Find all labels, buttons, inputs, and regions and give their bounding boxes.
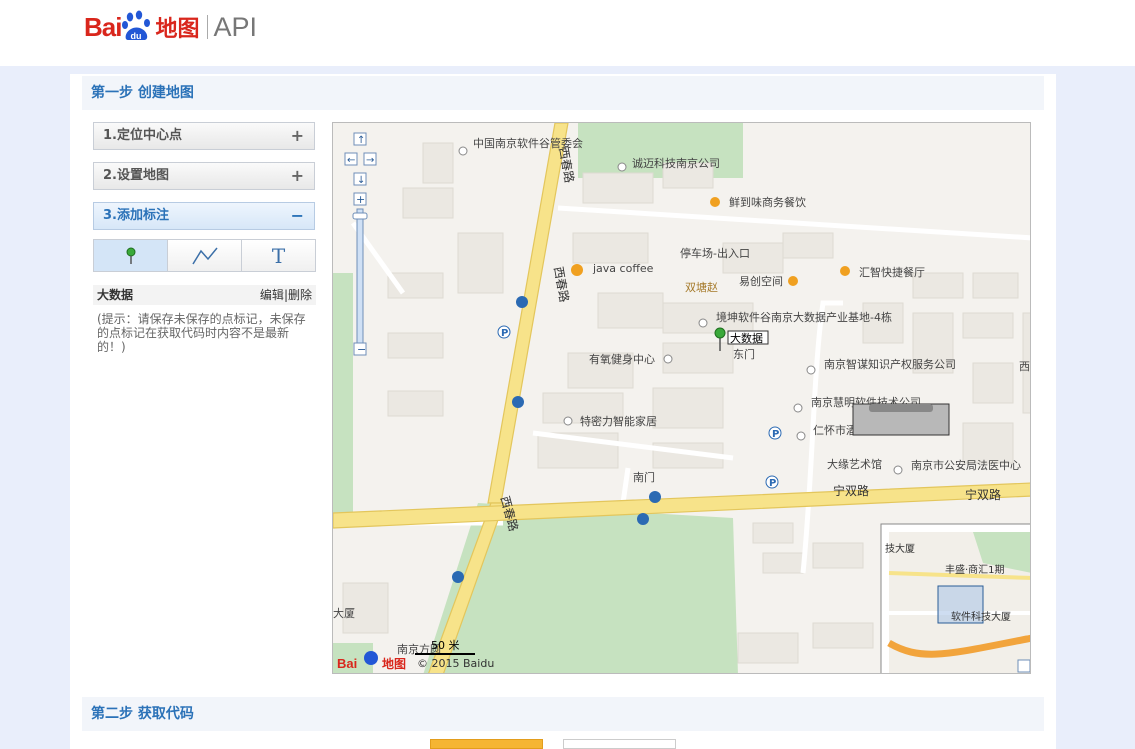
road-label: 西春路 [556, 146, 577, 184]
poi-label: 有氧健身中心 [589, 352, 655, 366]
poi-label: 停车场-出入口 [680, 246, 750, 260]
logo-bai: Bai [84, 11, 122, 42]
svg-text:P: P [769, 478, 776, 489]
poi-label: 汇智快捷餐厅 [859, 265, 925, 279]
svg-text:P: P [772, 429, 779, 440]
overview-map[interactable]: 技大厦 丰盛·商汇1期 软件科技大厦 [880, 523, 1031, 674]
step2-title: 第二步 获取代码 [91, 706, 194, 722]
road-label: 宁双路 [833, 483, 869, 498]
poi-label: 大缘艺术馆 [827, 457, 882, 471]
svg-text:−: − [357, 343, 366, 356]
poi-label: 西 [1019, 360, 1030, 373]
svg-text:↑: ↑ [357, 135, 365, 146]
poi-label: 双塘赵 [685, 280, 718, 294]
poi-label: 南京智谋知识产权服务公司 [824, 357, 956, 371]
overview-label: 软件科技大厦 [951, 610, 1011, 623]
marker-list-item: 大数据 编辑|删除 [93, 285, 316, 305]
svg-text:←: ← [347, 155, 355, 166]
poi-label: 特密力智能家居 [580, 414, 657, 428]
poi-label: 中国南京软件谷管委会 [473, 136, 583, 150]
tool-point-marker[interactable] [94, 240, 168, 271]
step1-header: 第一步 创建地图 [82, 76, 1044, 110]
overview-toggle-icon [1017, 659, 1030, 673]
accordion-label: 3.添加标注 [103, 208, 169, 223]
logo-ditu: 地图 [155, 17, 200, 42]
polyline-icon [191, 247, 218, 264]
overview-label: 丰盛·商汇1期 [945, 563, 1005, 576]
baidu-paw-icon: du [122, 10, 152, 44]
poi-label: 南京市公安局法医中心 [911, 458, 1021, 472]
accordion-label: 2.设置地图 [103, 168, 169, 183]
marker-actions: 编辑|删除 [260, 285, 312, 305]
top-bar: Bai du 地图 API [0, 0, 1135, 66]
marker-label: 大数据 [730, 331, 763, 345]
collapse-icon: − [290, 206, 304, 225]
step2-header: 第二步 获取代码 [82, 697, 1044, 731]
poi-label: 鲜到味商务餐饮 [729, 195, 806, 209]
poi-label: 大厦 [333, 606, 355, 620]
svg-text:↓: ↓ [357, 175, 365, 186]
map-copyright: © 2015 Baidu [417, 657, 494, 670]
accordion-add-marker[interactable]: 3.添加标注 − [93, 202, 315, 230]
secondary-button[interactable] [563, 739, 676, 749]
poi-label: 南门 [633, 470, 655, 484]
expand-icon: + [290, 166, 304, 185]
svg-text:Bai: Bai [337, 656, 357, 671]
road-label: 宁双路 [965, 487, 1001, 502]
poi-label: 诚迈科技南京公司 [632, 156, 720, 170]
text-tool-icon: T [271, 243, 286, 268]
step1-title: 第一步 创建地图 [91, 85, 194, 101]
poi-label: 易创空间 [739, 274, 783, 288]
svg-text:+: + [356, 193, 365, 206]
accordion-center-point[interactable]: 1.定位中心点 + [93, 122, 315, 150]
map-canvas[interactable]: 西春路 西春路 西春路 宁双路 宁双路 中国南京软件谷管委会 诚迈科技南京公司 … [332, 122, 1031, 674]
road-label: 西春路 [551, 265, 572, 303]
expand-icon: + [290, 126, 304, 145]
accordion-label: 1.定位中心点 [103, 128, 182, 143]
svg-text:地图: 地图 [382, 656, 406, 671]
park-area [333, 273, 353, 523]
baidu-map-logo[interactable]: Bai du 地图 API [84, 2, 257, 52]
info-overlay-handle [869, 404, 933, 412]
svg-text:50 米: 50 米 [431, 639, 460, 652]
svg-text:→: → [366, 155, 374, 166]
poi-label: 境坤软件谷南京大数据产业基地-4栋 [716, 310, 892, 324]
overview-label: 技大厦 [885, 542, 915, 555]
logo-api: API [213, 11, 258, 42]
marker-name: 大数据 [97, 288, 134, 302]
get-code-button[interactable] [430, 739, 543, 749]
tool-text[interactable]: T [242, 240, 315, 271]
marker-pin-icon [126, 247, 135, 264]
poi-label: 东门 [733, 347, 755, 361]
svg-text:du: du [131, 31, 142, 41]
edit-link[interactable]: 编辑 [260, 288, 284, 302]
svg-text:P: P [501, 328, 508, 339]
delete-link[interactable]: 删除 [288, 288, 312, 302]
logo-divider [207, 15, 209, 39]
save-hint: (提示：请保存未保存的点标记，未保存的点标记在获取代码时内容不是最新的！) [97, 312, 306, 354]
marker-toolbar: T [93, 239, 316, 272]
tool-polyline[interactable] [168, 240, 242, 271]
accordion-map-settings[interactable]: 2.设置地图 + [93, 162, 315, 190]
poi-label: java coffee [592, 262, 654, 275]
map-svg[interactable]: 西春路 西春路 西春路 宁双路 宁双路 中国南京软件谷管委会 诚迈科技南京公司 … [333, 123, 1031, 674]
